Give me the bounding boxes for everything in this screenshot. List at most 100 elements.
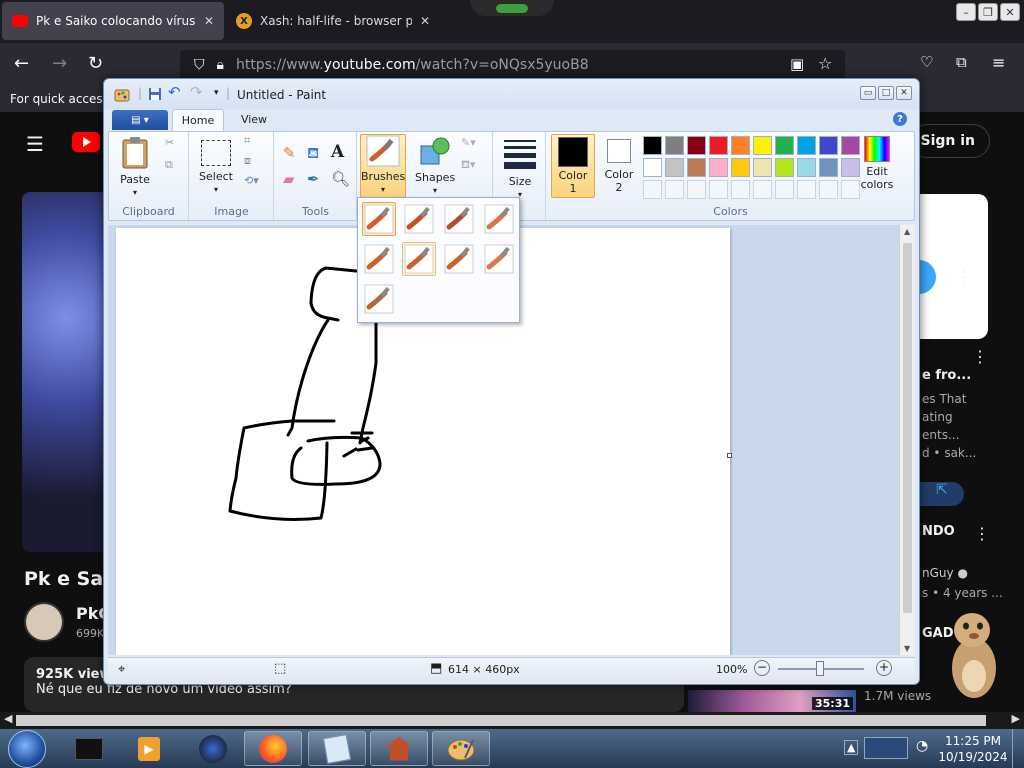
- network-tray-icon[interactable]: ◔: [916, 738, 928, 754]
- more-options-icon[interactable]: ⋮: [956, 267, 972, 286]
- lock-icon[interactable]: 🔒︎: [217, 57, 224, 73]
- tab-xash[interactable]: X Xash: half-life - browser port b ✕: [226, 2, 440, 40]
- crayon-option[interactable]: [402, 242, 436, 276]
- reader-view-icon[interactable]: ▣: [790, 55, 804, 73]
- brush-option[interactable]: [362, 202, 396, 236]
- close-icon[interactable]: ✕: [896, 86, 912, 100]
- taskbar-app-paint[interactable]: [432, 731, 490, 766]
- custom-color-slot[interactable]: [753, 180, 772, 199]
- undo-icon[interactable]: ↶: [168, 83, 182, 101]
- palette-swatch[interactable]: [775, 136, 794, 155]
- bookmark-star-icon[interactable]: ☆: [818, 54, 832, 73]
- taskbar-app-media-player[interactable]: ▶: [120, 731, 178, 766]
- custom-color-slot[interactable]: [819, 180, 838, 199]
- reload-icon[interactable]: ↻: [88, 53, 103, 74]
- maximize-icon[interactable]: □: [878, 86, 894, 100]
- copy-icon[interactable]: ⧉: [165, 158, 183, 176]
- palette-swatch[interactable]: [775, 158, 794, 177]
- magnifier-icon[interactable]: 🔍︎: [331, 170, 350, 188]
- taskbar-app-notepad[interactable]: [308, 731, 366, 766]
- zoom-in-icon[interactable]: +: [876, 660, 892, 676]
- shapes-button[interactable]: Shapes ▾: [415, 136, 455, 197]
- extensions-icon[interactable]: ⧉: [956, 53, 967, 71]
- taskbar-app-terminal[interactable]: [60, 731, 118, 766]
- scroll-down-icon[interactable]: ▼: [904, 644, 910, 653]
- tab-youtube[interactable]: Pk e Saiko colocando vírus no c ✕: [2, 2, 224, 40]
- custom-color-slot[interactable]: [797, 180, 816, 199]
- more-options-icon[interactable]: ⋮: [974, 524, 990, 543]
- close-icon[interactable]: ✕: [204, 14, 214, 28]
- palette-swatch[interactable]: [819, 136, 838, 155]
- rec-title[interactable]: NDO: [922, 524, 955, 539]
- zoom-slider-thumb[interactable]: [816, 661, 824, 676]
- restore-icon[interactable]: ❐: [978, 3, 998, 21]
- youtube-logo-icon[interactable]: [72, 132, 100, 152]
- scroll-thumb[interactable]: [16, 715, 986, 726]
- scroll-thumb[interactable]: [903, 243, 912, 613]
- taskbar-app-installer[interactable]: [370, 731, 428, 766]
- palette-swatch[interactable]: [687, 158, 706, 177]
- start-button[interactable]: [8, 730, 46, 768]
- channel-avatar[interactable]: [24, 602, 64, 642]
- color-picker-icon[interactable]: ✒: [307, 170, 325, 188]
- taskbar-app-network[interactable]: [184, 731, 242, 766]
- tray-app-icon[interactable]: [864, 737, 908, 759]
- share-button[interactable]: ⇱: [918, 482, 964, 506]
- menu-icon[interactable]: ≡: [992, 53, 1005, 72]
- select-button[interactable]: Select ▾: [196, 136, 236, 196]
- size-button[interactable]: Size ▾: [498, 136, 542, 201]
- calligraphy-brush-1-option[interactable]: [402, 202, 436, 236]
- palette-swatch[interactable]: [753, 158, 772, 177]
- forward-arrow-icon[interactable]: →: [52, 53, 67, 74]
- palette-swatch[interactable]: [709, 158, 728, 177]
- tab-view[interactable]: View: [232, 113, 276, 126]
- palette-swatch[interactable]: [797, 136, 816, 155]
- resize-icon[interactable]: ⧈: [244, 154, 262, 172]
- marker-option[interactable]: [442, 242, 476, 276]
- rec-title[interactable]: e fro...: [922, 368, 971, 383]
- rotate-icon[interactable]: ⟲▾: [244, 174, 262, 192]
- more-options-icon[interactable]: ⋮: [972, 347, 988, 366]
- edit-colors-button[interactable]: Edit colors: [851, 134, 903, 191]
- cut-icon[interactable]: ✂: [165, 136, 183, 154]
- redo-icon[interactable]: ↷: [190, 83, 204, 101]
- outline-icon[interactable]: ✎▾: [461, 136, 479, 154]
- resize-handle[interactable]: [727, 453, 732, 458]
- oil-brush-option[interactable]: [362, 242, 396, 276]
- calligraphy-brush-2-option[interactable]: [442, 202, 476, 236]
- pencil-icon[interactable]: ✎: [283, 144, 301, 162]
- custom-color-slot[interactable]: [687, 180, 706, 199]
- file-menu-button[interactable]: ▤ ▾: [112, 110, 168, 130]
- tab-home[interactable]: Home: [172, 109, 224, 131]
- crop-icon[interactable]: ⌗: [244, 134, 262, 152]
- custom-color-slot[interactable]: [731, 180, 750, 199]
- close-window-icon[interactable]: ✕: [1000, 3, 1020, 21]
- horizontal-scrollbar[interactable]: ◀ ▶: [0, 712, 1024, 729]
- airbrush-option[interactable]: [482, 202, 516, 236]
- palette-swatch[interactable]: [643, 136, 662, 155]
- paint-app-icon[interactable]: [114, 87, 130, 103]
- shield-icon[interactable]: ⛉: [194, 57, 205, 73]
- sign-in-button[interactable]: Sign in: [910, 124, 990, 158]
- taskbar-app-firefox[interactable]: [244, 731, 302, 766]
- close-icon[interactable]: ✕: [420, 14, 430, 28]
- watercolor-option[interactable]: [362, 282, 396, 316]
- eraser-icon[interactable]: ▰: [283, 170, 301, 188]
- system-clock[interactable]: 11:25 PM 10/19/2024: [938, 733, 1008, 765]
- palette-swatch[interactable]: [665, 136, 684, 155]
- custom-color-slot[interactable]: [643, 180, 662, 199]
- palette-swatch[interactable]: [731, 136, 750, 155]
- palette-swatch[interactable]: [819, 158, 838, 177]
- back-arrow-icon[interactable]: ←: [14, 53, 29, 74]
- fill-icon[interactable]: ⛾: [307, 144, 325, 162]
- url-bar[interactable]: ⛉ 🔒︎ https://www.youtube.com/watch?v=oNQ…: [180, 50, 845, 80]
- palette-swatch[interactable]: [731, 158, 750, 177]
- zoom-out-icon[interactable]: −: [754, 660, 770, 676]
- scroll-up-icon[interactable]: ▲: [904, 227, 910, 236]
- palette-swatch[interactable]: [687, 136, 706, 155]
- custom-color-slot[interactable]: [709, 180, 728, 199]
- text-icon[interactable]: A: [331, 142, 349, 162]
- scroll-right-icon[interactable]: ▶: [1012, 712, 1020, 725]
- shape-fill-icon[interactable]: ⛾▾: [461, 158, 479, 176]
- scroll-left-icon[interactable]: ◀: [4, 712, 12, 725]
